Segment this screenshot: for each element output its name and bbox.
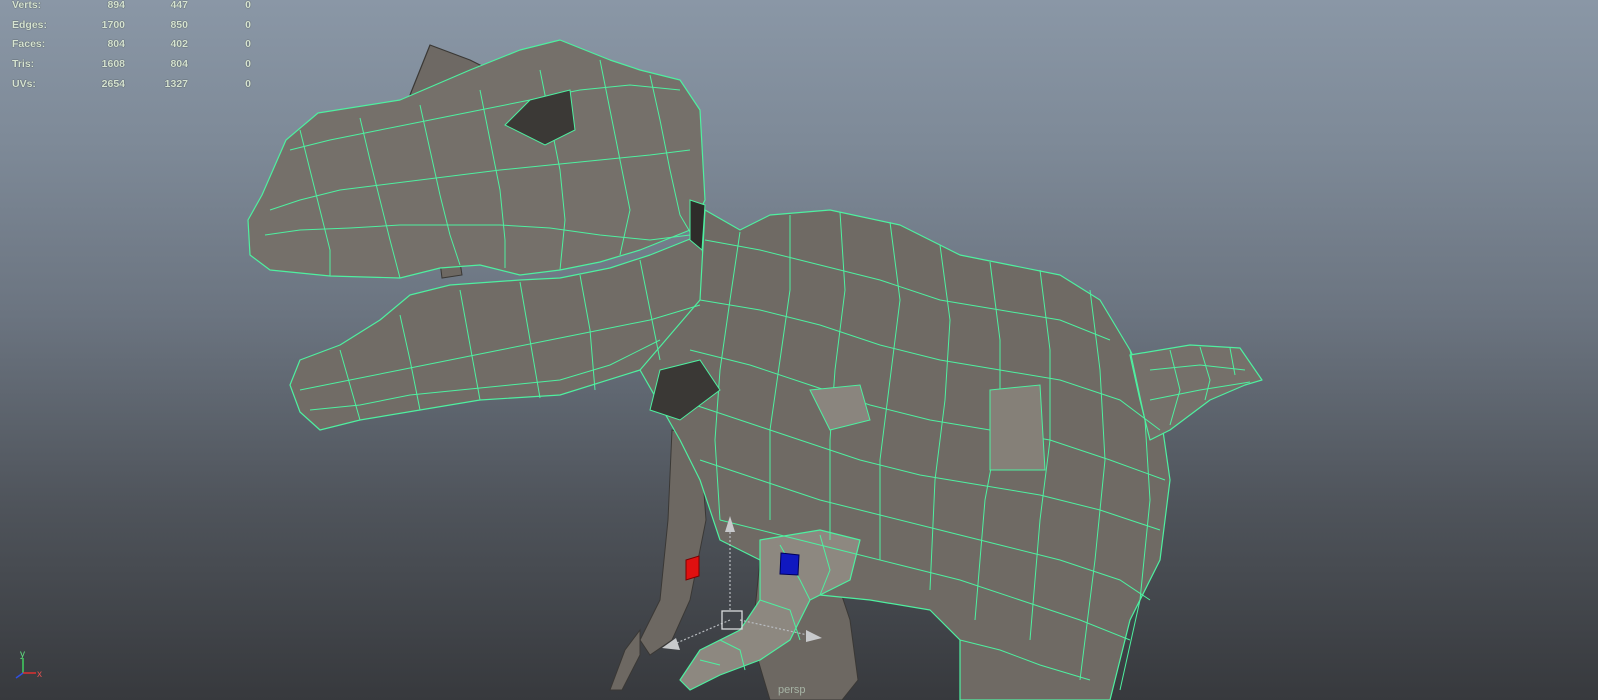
manip-blue-plane-handle[interactable] [779,552,800,576]
maya-viewport[interactable]: Verts: 894 447 0 Edges: 1700 850 0 Faces… [0,0,1598,700]
tail[interactable] [1129,344,1263,441]
axis-y-label: y [20,649,25,660]
axis-x-label: x [37,669,42,680]
upper-jaw[interactable] [247,39,706,279]
manip-center-handle[interactable] [721,610,743,630]
body[interactable] [639,209,1171,700]
axis-gizmo: y x [15,649,42,680]
manip-red-plane-handle[interactable] [685,555,700,581]
scene-svg: y x [15,39,1263,700]
camera-name-label: persp [778,684,806,696]
